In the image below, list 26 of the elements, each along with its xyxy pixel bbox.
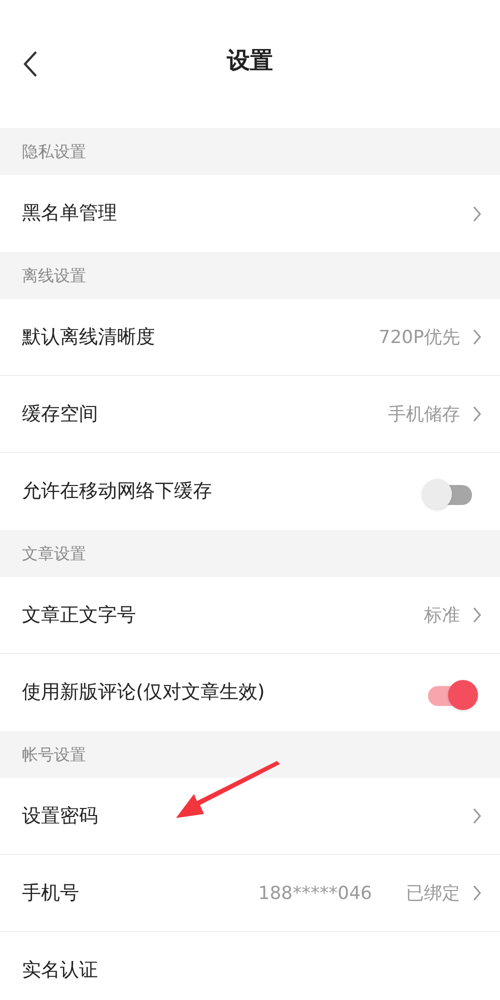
chevron-right-icon [472,884,482,902]
setting-label[interactable]: 文章正文字号 [22,600,424,630]
setting-label[interactable]: 默认离线清晰度 [22,322,379,352]
setting-label[interactable]: 实名认证 [22,956,482,985]
setting-label[interactable]: 缓存空间 [22,400,388,428]
chevron-right-icon [472,328,482,346]
back-icon [22,50,38,78]
setting-label[interactable]: 设置密码 [22,802,460,830]
section-title: 隐私设置 [22,140,86,162]
setting-value: 已绑定 [406,882,460,906]
setting-label[interactable]: 手机号 [22,878,258,908]
chevron-right-icon [472,606,482,624]
section-title: 离线设置 [22,264,86,286]
section-title: 文章设置 [22,542,86,564]
setting-value: 标准 [424,604,460,628]
section-title: 帐号设置 [22,744,86,766]
setting-label[interactable]: 允许在移动网络下缓存 [22,477,422,506]
setting-label[interactable]: 黑名单管理 [22,199,460,228]
phone-number: 188*****046 [258,882,372,906]
chevron-right-icon [472,807,482,825]
setting-label[interactable]: 使用新版评论(仅对文章生效) [22,678,422,707]
chevron-right-icon [472,405,482,423]
chevron-right-icon [472,204,482,222]
setting-value: 手机储存 [388,402,460,426]
setting-value: 720P优先 [378,326,460,350]
page-title: 设置 [227,47,273,76]
